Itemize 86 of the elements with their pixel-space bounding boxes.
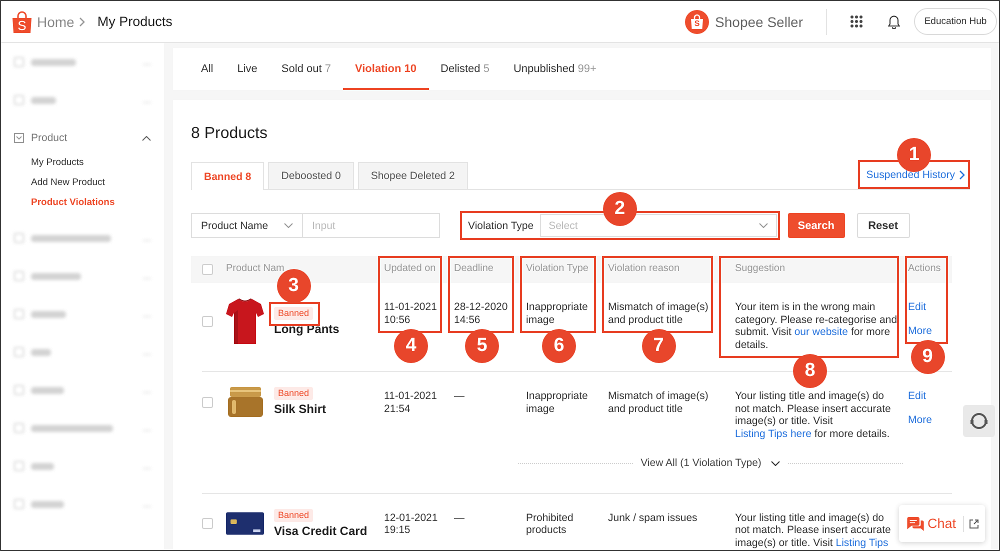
- violation-reason-text: Junk / spam issues: [608, 512, 698, 524]
- suggestion-link[interactable]: our website: [794, 326, 848, 338]
- breadcrumb-current: My Products: [97, 14, 172, 29]
- callout-number: 7: [642, 329, 676, 363]
- action-link[interactable]: More: [908, 414, 932, 426]
- text-input[interactable]: Input: [303, 213, 440, 238]
- status-tab[interactable]: Unpublished 99+: [501, 48, 608, 90]
- column-header: Violation reason: [607, 262, 681, 276]
- field-select[interactable]: Product Name: [191, 213, 303, 238]
- bag-logo: S: [685, 10, 710, 34]
- support-button[interactable]: [963, 405, 995, 437]
- violation-type-text: Prohibited products: [526, 512, 574, 536]
- deadline-date: 28-12-2020 14:56: [454, 301, 509, 326]
- search-button[interactable]: Search: [788, 213, 845, 238]
- status-tag: Banned: [274, 387, 314, 400]
- callout-number: 6: [542, 329, 576, 363]
- status-tab[interactable]: Violation 10: [342, 48, 429, 90]
- violation-tab[interactable]: Deboosted 0: [268, 162, 354, 189]
- column-header: Actions: [907, 262, 942, 276]
- updated-date: 11-01-2021 21:54: [384, 390, 438, 415]
- chevron-down-icon: [758, 223, 768, 228]
- bell-icon[interactable]: [888, 14, 900, 28]
- deadline-date: —: [454, 390, 466, 402]
- bag-logo: S: [12, 10, 32, 32]
- violation-type-text: Inappropriate image: [526, 390, 589, 415]
- callout-number: 5: [465, 329, 499, 363]
- updated-date: 12-01-2021 19:15: [384, 512, 439, 536]
- sidebar-item[interactable]: Add New Product: [1, 172, 164, 192]
- status-tag: Banned: [274, 508, 314, 522]
- bank-card-picture: [226, 511, 264, 536]
- column-header: Violation Type: [525, 262, 590, 276]
- suggestion-link[interactable]: Listing Tips: [836, 536, 888, 548]
- callout-frame: [269, 302, 320, 326]
- callout-number: 2: [602, 192, 637, 226]
- updated-date: 11-01-2021 10:56: [384, 301, 438, 326]
- callout-number: 8: [793, 354, 827, 388]
- reset-button[interactable]: Reset: [856, 213, 910, 238]
- status-tab[interactable]: Live: [225, 48, 270, 90]
- violation-tab[interactable]: Shopee Deleted 2: [358, 162, 468, 189]
- chat-button[interactable]: Chat: [907, 516, 956, 531]
- callout-number: 9: [910, 340, 944, 374]
- suggestion-text: Your item is in the wrong main category. Please re-categorise and submit. Visit our website for more details.: [735, 301, 898, 351]
- product-name: Visa Credit Card: [274, 524, 368, 538]
- suggestion-link[interactable]: Listing Tips here: [735, 428, 812, 440]
- violation-type-text: Inappropriate image: [526, 301, 589, 326]
- view-all-button[interactable]: View All (1 Violation Type): [640, 457, 780, 470]
- apps-grid-icon[interactable]: [850, 15, 863, 28]
- sidebar-group-label: Product: [31, 132, 68, 144]
- violation-reason-text: Mismatch of image(s) and product title: [608, 390, 710, 415]
- checkbox[interactable]: [202, 518, 213, 529]
- status-tab[interactable]: All: [189, 48, 226, 90]
- sidebar-item[interactable]: Product Violations: [1, 192, 164, 212]
- education-hub-button[interactable]: Education Hub: [914, 8, 997, 35]
- deadline-date: —: [454, 512, 466, 524]
- suggestion-text: Your listing title and image(s) do not match. Please insert accurate image(s) or title. Visit Listing Tips: [735, 512, 892, 549]
- action-link[interactable]: Edit: [908, 390, 926, 402]
- chat-bubbles-icon: [907, 516, 924, 530]
- column-header: Suggestion: [734, 262, 786, 276]
- violation-tab[interactable]: Banned 8: [191, 162, 264, 190]
- jar-picture: [228, 387, 262, 417]
- chevron-right-icon: [959, 170, 965, 180]
- filter-label: Violation Type: [468, 220, 534, 232]
- action-link[interactable]: Edit: [908, 301, 926, 314]
- chevron-down-icon: [284, 223, 293, 228]
- page-heading: 8 Products: [191, 124, 268, 144]
- checkbox[interactable]: [202, 264, 213, 275]
- t-shirt-picture: [226, 298, 264, 345]
- brand-name: Shopee Seller: [715, 14, 803, 30]
- breadcrumb-link[interactable]: Home: [37, 14, 74, 30]
- box-icon: [14, 133, 24, 143]
- column-header: Updated on: [383, 262, 437, 276]
- checkbox[interactable]: [202, 316, 213, 327]
- callout-number: 4: [394, 329, 428, 363]
- product-name: Silk Shirt: [274, 402, 326, 417]
- column-header: Deadline: [453, 262, 494, 276]
- checkbox[interactable]: [202, 396, 213, 408]
- headset-icon: [969, 411, 989, 431]
- status-tab[interactable]: Delisted 5: [428, 48, 502, 90]
- chevron-down-icon: [771, 460, 780, 466]
- status-tab[interactable]: Sold out 7: [269, 48, 343, 90]
- expand-icon[interactable]: [969, 518, 979, 528]
- suggestion-text: Your listing title and image(s) do not match. Please insert accurate image(s) or title. Visit Listing Tips here for more details.: [735, 390, 892, 440]
- chevron-right-icon: [79, 16, 86, 26]
- violation-reason-text: Mismatch of image(s) and product title: [608, 301, 710, 326]
- status-tag: Banned: [274, 306, 314, 320]
- action-link[interactable]: More: [908, 324, 932, 337]
